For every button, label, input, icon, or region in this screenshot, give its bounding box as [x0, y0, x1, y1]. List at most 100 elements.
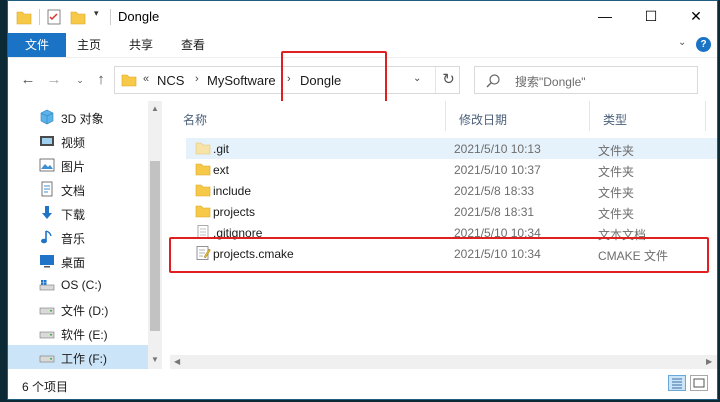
folder-icon [195, 184, 211, 197]
file-type: 文件夹 [598, 186, 635, 200]
refresh-button[interactable]: ↻ [435, 67, 461, 93]
forward-button[interactable]: → [44, 70, 64, 90]
sidebar-item-label: 3D 对象 [61, 112, 104, 126]
file-date: 2021/5/10 10:37 [454, 163, 541, 177]
chevron-right-icon[interactable]: › [195, 73, 199, 85]
expand-ribbon-icon[interactable]: ⌄ [678, 37, 686, 48]
file-name: ext [213, 163, 230, 177]
window-title: Dongle [118, 9, 160, 24]
help-icon[interactable]: ? [696, 37, 711, 52]
scroll-down-icon[interactable]: ▼ [151, 355, 159, 364]
music-icon [41, 230, 52, 244]
sidebar-item-drive-f[interactable]: 工作 (F:) [8, 345, 150, 369]
drive-icon [39, 307, 55, 315]
search-placeholder: 搜索"Dongle" [515, 75, 586, 89]
sidebar-item-label: 文档 [61, 184, 86, 198]
overflow-chevron-icon[interactable]: « [143, 73, 149, 85]
properties-icon[interactable] [47, 8, 61, 26]
breadcrumb-mysoftware[interactable]: MySoftware [207, 73, 276, 88]
file-row-projects[interactable]: projects 2021/5/8 18:31 文件夹 [186, 201, 717, 222]
sidebar-item-label: 音乐 [61, 232, 86, 246]
highlight-box [169, 237, 709, 273]
back-button[interactable]: ← [18, 70, 38, 90]
sidebar-item-drive-e[interactable]: 软件 (E:) [8, 321, 150, 345]
os-drive-icon [39, 280, 55, 291]
folder-icon [195, 205, 211, 218]
details-view-icon [672, 378, 682, 389]
explorer-window: ▾ Dongle — ☐ ✕ 文件 主页 共享 查看 ⌄ ? ← → ⌄ ↑ «… [7, 0, 718, 400]
scroll-up-icon[interactable]: ▲ [151, 104, 159, 113]
file-date: 2021/5/8 18:33 [454, 184, 535, 198]
folder-icon [195, 163, 211, 176]
search-box[interactable]: 搜索"Dongle" [474, 66, 698, 94]
item-count: 6 个项目 [22, 380, 69, 394]
drive-icon [39, 355, 55, 363]
customize-toolbar-icon[interactable]: ▾ [94, 8, 106, 26]
sidebar-item-videos[interactable]: 视频 [8, 129, 150, 153]
desktop-icon [40, 255, 54, 268]
hidden-folder-icon [195, 142, 211, 155]
sidebar-scrollbar[interactable]: ▲ ▼ [148, 101, 162, 369]
sidebar-item-music[interactable]: 音乐 [8, 225, 150, 249]
maximize-button[interactable]: ☐ [628, 1, 674, 31]
file-row-ext[interactable]: ext 2021/5/10 10:37 文件夹 [186, 159, 717, 180]
sidebar-item-os-c[interactable]: OS (C:) [8, 273, 150, 297]
address-dropdown-icon[interactable]: ⌄ [413, 73, 421, 84]
separator [39, 9, 40, 25]
content-scrollbar[interactable]: ◀ ▶ [170, 355, 717, 369]
video-icon [40, 136, 54, 146]
file-type: 文件夹 [598, 144, 635, 158]
status-bar: 6 个项目 [8, 369, 717, 399]
title-bar: ▾ Dongle — ☐ ✕ [8, 1, 717, 33]
sidebar-item-3d-objects[interactable]: 3D 对象 [8, 105, 150, 129]
file-row-include[interactable]: include 2021/5/8 18:33 文件夹 [186, 180, 717, 201]
column-header-more[interactable] [706, 101, 717, 131]
up-button[interactable]: ↑ [91, 70, 111, 90]
sidebar-item-downloads[interactable]: 下载 [8, 201, 150, 225]
recent-locations-button[interactable]: ⌄ [70, 70, 90, 90]
sidebar-item-label: OS (C:) [61, 278, 102, 292]
sidebar-item-label: 下载 [61, 208, 86, 222]
separator [110, 9, 111, 25]
column-header-name[interactable]: 名称 [170, 101, 446, 131]
sidebar-item-label: 桌面 [61, 256, 86, 270]
file-list: 名称 修改日期 类型 .git 2021/5/10 10:13 文件夹 ext … [170, 101, 717, 369]
close-button[interactable]: ✕ [673, 1, 717, 31]
file-name: include [213, 184, 252, 198]
tab-home[interactable]: 主页 [66, 33, 112, 57]
large-icons-view-icon [693, 378, 705, 388]
folder-icon [121, 74, 137, 87]
scroll-right-icon[interactable]: ▶ [706, 357, 712, 366]
file-name: projects [213, 205, 256, 219]
sidebar-item-documents[interactable]: 文档 [8, 177, 150, 201]
file-type: 文件夹 [598, 207, 635, 221]
minimize-button[interactable]: — [582, 1, 628, 31]
new-folder-icon[interactable] [70, 8, 86, 26]
file-date: 2021/5/8 18:31 [454, 205, 535, 219]
navigation-pane: 3D 对象 视频 图片 文档 下载 音乐 桌面 OS (C:) 文件 (D:) … [8, 101, 162, 369]
3d-objects-icon [40, 109, 54, 125]
drive-icon [39, 331, 55, 339]
search-icon [486, 74, 500, 88]
breadcrumb-ncs[interactable]: NCS [157, 73, 184, 88]
highlight-box [281, 51, 387, 106]
column-header-date[interactable]: 修改日期 [446, 101, 590, 131]
sidebar-item-desktop[interactable]: 桌面 [8, 249, 150, 273]
sidebar-item-label: 软件 (E:) [61, 328, 108, 342]
file-type: 文件夹 [598, 165, 635, 179]
pictures-icon [39, 158, 55, 172]
details-view-button[interactable] [668, 375, 686, 391]
tab-file[interactable]: 文件 [8, 33, 66, 57]
sidebar-item-drive-d[interactable]: 文件 (D:) [8, 297, 150, 321]
sidebar-item-label: 工作 (F:) [61, 352, 107, 366]
sidebar-item-label: 文件 (D:) [61, 304, 109, 318]
sidebar-item-pictures[interactable]: 图片 [8, 153, 150, 177]
scroll-left-icon[interactable]: ◀ [174, 357, 180, 366]
tab-share[interactable]: 共享 [118, 33, 164, 57]
scrollbar-thumb[interactable] [150, 161, 160, 331]
column-header-type[interactable]: 类型 [590, 101, 706, 131]
tab-view[interactable]: 查看 [170, 33, 216, 57]
file-row-git[interactable]: .git 2021/5/10 10:13 文件夹 [186, 138, 717, 159]
large-icons-view-button[interactable] [690, 375, 708, 391]
folder-icon[interactable] [16, 8, 32, 26]
